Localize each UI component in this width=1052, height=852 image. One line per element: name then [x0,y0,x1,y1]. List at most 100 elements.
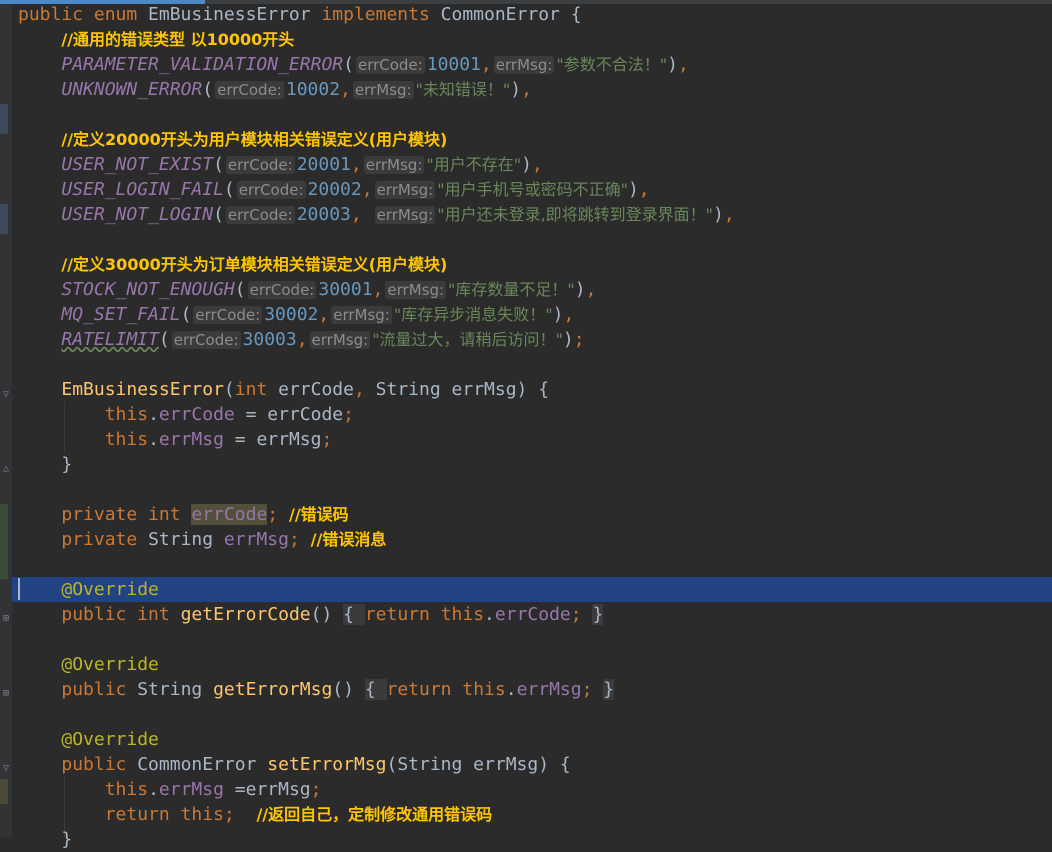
indent-token[interactable] [18,779,105,800]
number-literal-token[interactable]: 30003 [243,329,297,350]
keyword-token[interactable]: int [137,604,180,625]
keyword-token[interactable]: this [441,604,484,625]
fold-marker-icon[interactable]: ▽ [3,764,12,774]
keyword-token[interactable]: this [105,779,148,800]
code-text-token[interactable]: = errCode [235,404,344,425]
code-line[interactable]: private String errMsg; //错误消息 [18,527,386,552]
keyword-token[interactable]: return [387,679,463,700]
keyword-token[interactable]: , [297,329,308,350]
indent-token[interactable] [18,429,105,450]
code-line[interactable]: private int errCode; //错误码 [18,502,349,527]
fold-marker-icon[interactable]: ▽ [3,390,12,400]
indent-token[interactable] [18,404,105,425]
class-name-token[interactable]: CommonError [441,4,571,25]
indent-token[interactable] [18,504,61,525]
enum-constant-token[interactable]: USER_LOGIN_FAIL [61,179,224,200]
indent-token[interactable] [18,654,61,675]
indent-token[interactable] [18,179,61,200]
code-text-token[interactable]: errCode [278,379,354,400]
code-text-token[interactable]: CommonError [137,754,267,775]
code-text-token[interactable]: ) [553,304,564,325]
number-literal-token[interactable]: 10001 [427,54,481,75]
keyword-token[interactable]: public [18,4,94,25]
string-literal-token[interactable]: "参数不合法！" [556,55,667,74]
keyword-token[interactable]: this [105,404,148,425]
code-text-token[interactable]: (String errMsg) { [386,754,570,775]
string-literal-token[interactable]: "用户还未登录,即将跳转到登录界面！" [437,205,713,224]
code-line[interactable]: } [18,827,72,852]
keyword-token[interactable]: ; [574,329,585,350]
code-text-token[interactable]: ( [202,79,213,100]
keyword-token[interactable]: , [362,179,373,200]
keyword-token[interactable]: , [373,279,384,300]
string-literal-token[interactable]: "用户不存在" [426,155,521,174]
keyword-token[interactable]: public [61,604,137,625]
indent-token[interactable] [18,29,61,50]
indent-token[interactable] [18,829,61,850]
code-text-token[interactable]: ) [713,204,724,225]
field-token[interactable]: errCode [495,604,571,625]
code-line[interactable]: //定义30000开头为订单模块相关错误定义(用户模块) [18,252,447,277]
keyword-token[interactable]: enum [94,4,148,25]
code-text-token[interactable]: ) [575,279,586,300]
folded-block-token[interactable]: } [592,604,604,625]
comment-token[interactable]: //返回自己，定制修改通用错误码 [256,805,492,824]
annotation-token[interactable]: @Override [61,579,159,600]
comment-token[interactable]: //错误消息 [311,530,387,549]
code-text-token[interactable]: } [61,454,72,475]
indent-token[interactable] [18,729,61,750]
number-literal-token[interactable]: 30002 [264,304,318,325]
keyword-token[interactable]: ; [321,429,332,450]
enum-constant-token[interactable]: UNKNOWN_ERROR [61,79,202,100]
method-name-token[interactable]: EmBusinessError [61,379,224,400]
keyword-token[interactable]: ; [224,804,257,825]
keyword-token[interactable]: ; [582,679,604,700]
indent-token[interactable] [18,129,61,150]
fold-marker-icon[interactable]: △ [3,464,12,474]
field-token[interactable]: errMsg [159,429,224,450]
indent-token[interactable] [18,604,61,625]
comment-token[interactable]: //定义20000开头为用户模块相关错误定义(用户模块) [61,130,447,149]
code-text-token[interactable]: ) [510,79,521,100]
code-line[interactable]: this.errCode = errCode; [18,402,354,427]
field-token[interactable]: errCode [159,404,235,425]
code-text-token[interactable]: ( [224,379,235,400]
keyword-token[interactable]: , [639,179,650,200]
keyword-token[interactable]: return [365,604,441,625]
code-text-token[interactable]: . [148,779,159,800]
code-line[interactable]: USER_LOGIN_FAIL(errCode: 20002, errMsg: "用户… [18,177,650,202]
code-text-token[interactable]: . [506,679,517,700]
enum-constant-token[interactable]: USER_NOT_EXIST [61,154,213,175]
number-literal-token[interactable]: 10002 [286,79,340,100]
indent-token[interactable] [18,254,61,275]
keyword-token[interactable]: , [521,79,532,100]
method-name-token[interactable]: getErrorMsg [213,679,332,700]
number-literal-token[interactable]: 20001 [297,154,351,175]
code-line[interactable]: //通用的错误类型 以10000开头 [18,27,294,52]
keyword-token[interactable]: , [351,154,362,175]
enum-constant-token[interactable]: MQ_SET_FAIL [61,304,180,325]
code-line[interactable]: RATELIMIT(errCode: 30003, errMsg: "流量过大，请稍后… [18,327,585,352]
keyword-token[interactable]: , [351,204,373,225]
enum-constant-token[interactable]: USER_NOT_LOGIN [61,204,213,225]
comment-token[interactable]: //通用的错误类型 以10000开头 [61,30,294,49]
code-line[interactable]: @Override [18,727,159,752]
keyword-token[interactable]: , [340,79,351,100]
code-line[interactable]: @Override [18,577,159,602]
string-literal-token[interactable]: "库存异步消息失败！" [394,305,553,324]
code-text-token[interactable]: String errMsg) { [376,379,549,400]
code-text-token[interactable]: String [137,679,213,700]
number-literal-token[interactable]: 20002 [308,179,362,200]
indent-token[interactable] [18,54,61,75]
annotation-token[interactable]: @Override [61,729,159,750]
number-literal-token[interactable]: 30001 [318,279,372,300]
enum-constant-token[interactable]: STOCK_NOT_ENOUGH [61,279,234,300]
code-text-token[interactable]: = errMsg [224,429,322,450]
code-line[interactable]: @Override [18,652,159,677]
code-line[interactable]: this.errMsg =errMsg; [18,777,322,802]
code-text-token[interactable]: ( [213,204,224,225]
indent-token[interactable] [18,279,61,300]
code-line[interactable]: MQ_SET_FAIL(errCode: 30002, errMsg: "库存异步消息… [18,302,574,327]
code-text-token[interactable]: ( [213,154,224,175]
keyword-token[interactable]: , [532,154,543,175]
